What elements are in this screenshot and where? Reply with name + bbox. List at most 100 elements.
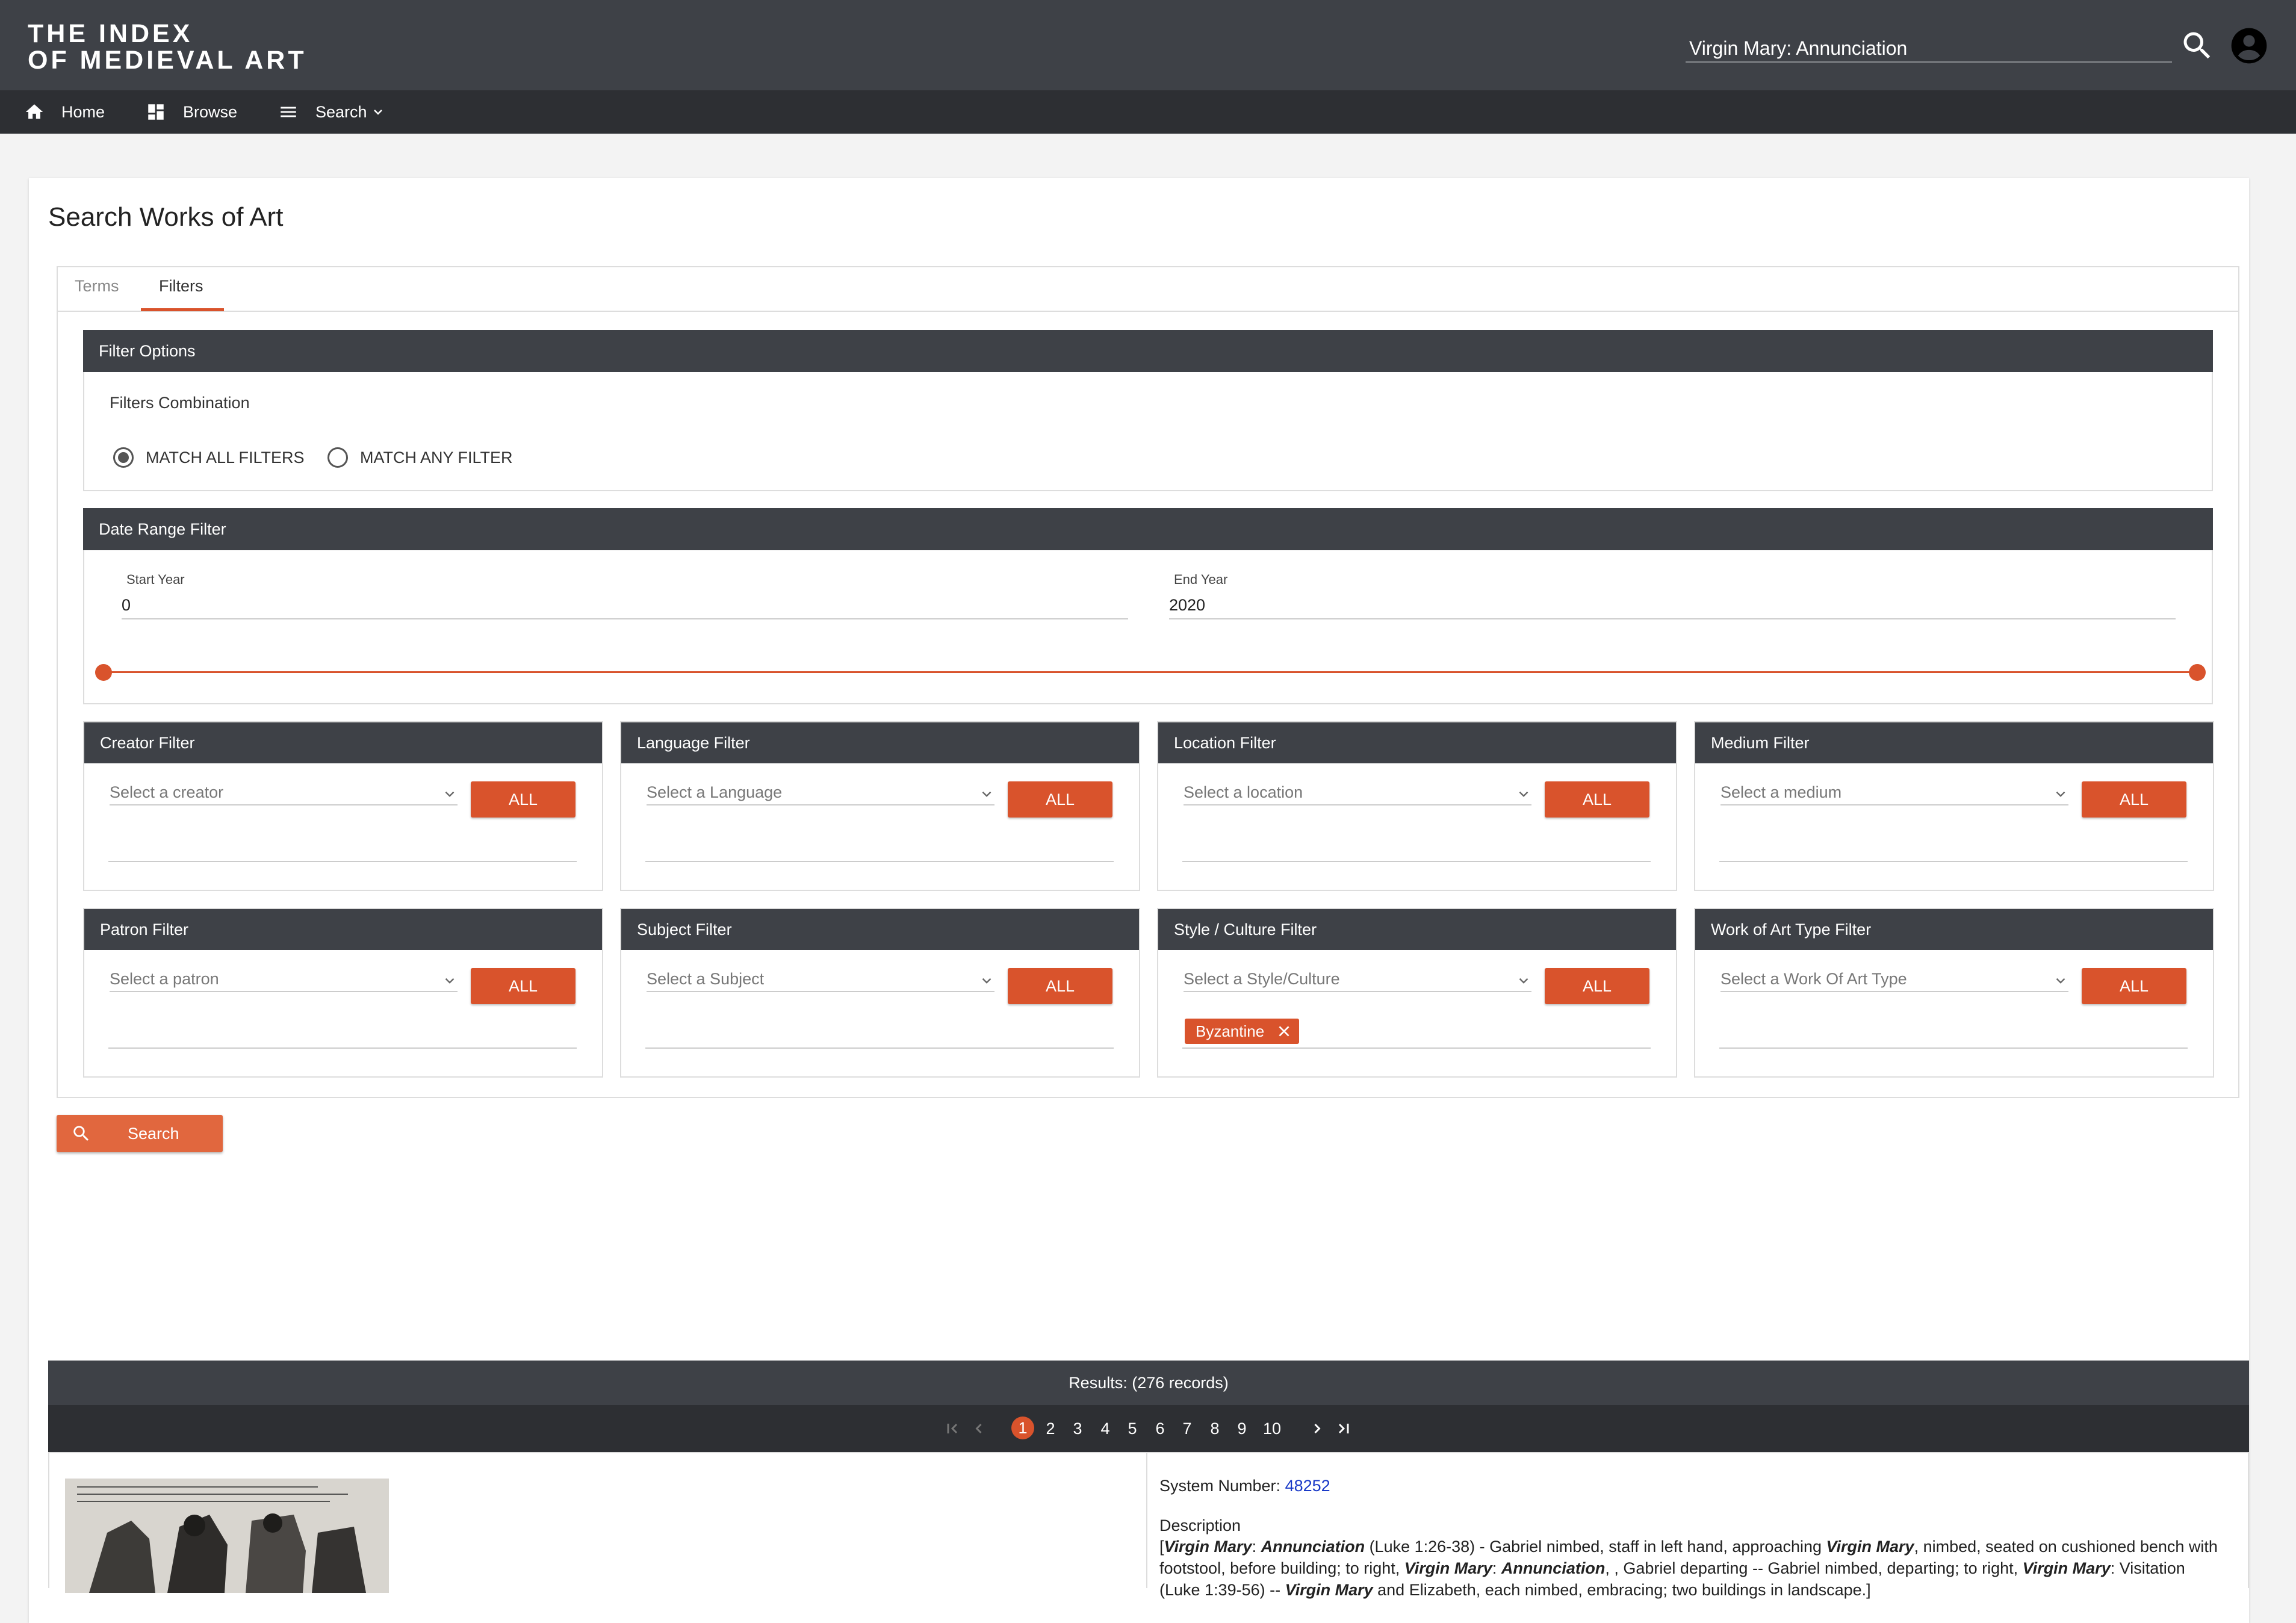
medium-filter-placeholder: Select a medium xyxy=(1720,783,1842,801)
description-line-1: [Virgin Mary: Annunciation (Luke 1:26-38… xyxy=(1159,1538,2218,1556)
location-filter-placeholder: Select a location xyxy=(1184,783,1303,801)
end-year-label: End Year xyxy=(1174,572,1228,587)
style-culture-filter-all-button[interactable]: ALL xyxy=(1545,968,1649,1004)
style-culture-filter-panel: Style / Culture Filter Select a Style/Cul… xyxy=(1157,908,1677,1078)
language-filter-select[interactable]: Select a Language xyxy=(647,781,994,805)
date-range-slider-track[interactable] xyxy=(102,671,2197,673)
page-button[interactable]: 10 xyxy=(1258,1417,1286,1441)
creator-filter-header: Creator Filter xyxy=(84,722,602,763)
nav-home-label: Home xyxy=(61,102,105,121)
filters-combination-label: Filters Combination xyxy=(110,394,250,412)
match-all-radio[interactable]: MATCH ALL FILTERS xyxy=(113,445,305,470)
creator-filter-selected-values[interactable] xyxy=(108,832,577,862)
end-year-input[interactable]: 2020 xyxy=(1169,596,2176,619)
page-button[interactable]: 3 xyxy=(1066,1417,1089,1441)
page-button[interactable]: 9 xyxy=(1230,1417,1253,1441)
work-of-art-type-filter-selected-values[interactable] xyxy=(1719,1019,2188,1049)
style-culture-filter-select[interactable]: Select a Style/Culture xyxy=(1184,968,1531,992)
date-range-end-handle[interactable] xyxy=(2189,664,2206,681)
result-thumbnail[interactable] xyxy=(65,1479,389,1593)
work-of-art-type-filter-all-button[interactable]: ALL xyxy=(2082,968,2186,1004)
subject-filter-all-button[interactable]: ALL xyxy=(1008,968,1112,1004)
creator-filter-select[interactable]: Select a creator xyxy=(110,781,458,805)
search-button-label: Search xyxy=(128,1124,179,1143)
results-summary: Results: (276 records) xyxy=(48,1361,2249,1405)
radio-unchecked-icon xyxy=(327,447,348,468)
site-header: THE INDEX OF MEDIEVAL ART Virgin Mary: A… xyxy=(0,0,2296,90)
work-of-art-type-filter-panel: Work of Art Type Filter Select a Work Of … xyxy=(1694,908,2214,1078)
first-page-icon[interactable] xyxy=(943,1417,962,1441)
description-line-3: (Luke 1:39-56) -- Virgin Mary and Elizab… xyxy=(1159,1581,1871,1599)
page-button[interactable]: 2 xyxy=(1039,1417,1062,1441)
language-filter-placeholder: Select a Language xyxy=(647,783,783,801)
chevron-down-icon xyxy=(373,110,382,115)
page-button[interactable]: 7 xyxy=(1176,1417,1199,1441)
page-button-current[interactable]: 1 xyxy=(1011,1417,1034,1439)
page-button[interactable]: 5 xyxy=(1121,1417,1144,1441)
nav-search[interactable]: Search xyxy=(278,90,385,134)
language-filter-selected-values[interactable] xyxy=(645,832,1114,862)
page-title: Search Works of Art xyxy=(48,202,284,232)
subject-filter-select[interactable]: Select a Subject xyxy=(647,968,994,992)
search-icon[interactable] xyxy=(2179,28,2215,64)
match-any-radio[interactable]: MATCH ANY FILTER xyxy=(327,445,513,470)
main-nav: Home Browse Search xyxy=(0,90,2296,134)
work-of-art-type-filter-header: Work of Art Type Filter xyxy=(1695,909,2213,950)
creator-filter-panel: Creator Filter Select a creator ALL xyxy=(83,721,603,891)
tab-terms[interactable]: Terms xyxy=(75,277,119,296)
logo-line-2: OF MEDIEVAL ART xyxy=(28,46,307,75)
creator-filter-placeholder: Select a creator xyxy=(110,783,224,801)
filter-chip: Byzantine xyxy=(1185,1019,1300,1044)
description-label: Description xyxy=(1159,1516,1241,1535)
work-of-art-type-filter-select[interactable]: Select a Work Of Art Type xyxy=(1720,968,2068,992)
last-page-icon[interactable] xyxy=(1334,1417,1353,1441)
search-button[interactable]: Search xyxy=(57,1115,223,1152)
location-filter-panel: Location Filter Select a location ALL xyxy=(1157,721,1677,891)
location-filter-selected-values[interactable] xyxy=(1182,832,1651,862)
patron-filter-panel: Patron Filter Select a patron ALL xyxy=(83,908,603,1078)
medium-filter-select[interactable]: Select a medium xyxy=(1720,781,2068,805)
chevron-down-icon xyxy=(1519,791,1528,797)
style-culture-filter-header: Style / Culture Filter xyxy=(1158,909,1676,950)
patron-filter-header: Patron Filter xyxy=(84,909,602,950)
medium-filter-header: Medium Filter xyxy=(1695,722,2213,763)
chevron-down-icon xyxy=(982,978,991,984)
language-filter-all-button[interactable]: ALL xyxy=(1008,781,1112,818)
date-range-header: Date Range Filter xyxy=(83,508,2213,550)
location-filter-select[interactable]: Select a location xyxy=(1184,781,1531,805)
account-circle-icon[interactable] xyxy=(2230,26,2268,65)
subject-filter-placeholder: Select a Subject xyxy=(647,970,765,988)
global-search-input[interactable]: Virgin Mary: Annunciation xyxy=(1686,33,2172,63)
medium-filter-all-button[interactable]: ALL xyxy=(2082,781,2186,818)
filter-options-header: Filter Options xyxy=(83,330,2213,372)
style-culture-filter-placeholder: Select a Style/Culture xyxy=(1184,970,1340,988)
language-filter-panel: Language Filter Select a Language ALL xyxy=(620,721,1140,891)
medium-filter-panel: Medium Filter Select a medium ALL xyxy=(1694,721,2214,891)
system-number: System Number: 48252 xyxy=(1159,1475,1330,1497)
date-range-start-handle[interactable] xyxy=(95,664,112,681)
close-icon[interactable] xyxy=(1276,1023,1292,1039)
nav-browse[interactable]: Browse xyxy=(146,90,237,134)
tab-filters[interactable]: Filters xyxy=(159,277,203,296)
site-logo[interactable]: THE INDEX OF MEDIEVAL ART xyxy=(28,20,307,73)
page-button[interactable]: 4 xyxy=(1094,1417,1117,1441)
medium-filter-selected-values[interactable] xyxy=(1719,832,2188,862)
patron-filter-selected-values[interactable] xyxy=(108,1019,577,1049)
page-button[interactable]: 6 xyxy=(1149,1417,1171,1441)
location-filter-all-button[interactable]: ALL xyxy=(1545,781,1649,818)
system-number-link[interactable]: 48252 xyxy=(1285,1477,1330,1495)
patron-filter-select[interactable]: Select a patron xyxy=(110,968,458,992)
style-culture-filter-selected-values[interactable]: Byzantine xyxy=(1182,1019,1651,1049)
nav-search-label: Search xyxy=(315,102,367,121)
page-button[interactable]: 8 xyxy=(1203,1417,1226,1441)
patron-filter-all-button[interactable]: ALL xyxy=(471,968,576,1004)
nav-home[interactable]: Home xyxy=(24,90,105,134)
creator-filter-all-button[interactable]: ALL xyxy=(471,781,576,818)
chevron-down-icon xyxy=(445,978,455,984)
global-search-value: Virgin Mary: Annunciation xyxy=(1689,37,1908,59)
next-page-icon[interactable] xyxy=(1308,1417,1327,1441)
start-year-input[interactable]: 0 xyxy=(122,596,1128,619)
subject-filter-selected-values[interactable] xyxy=(645,1019,1114,1049)
previous-page-icon[interactable] xyxy=(969,1417,988,1441)
language-filter-header: Language Filter xyxy=(621,722,1139,763)
